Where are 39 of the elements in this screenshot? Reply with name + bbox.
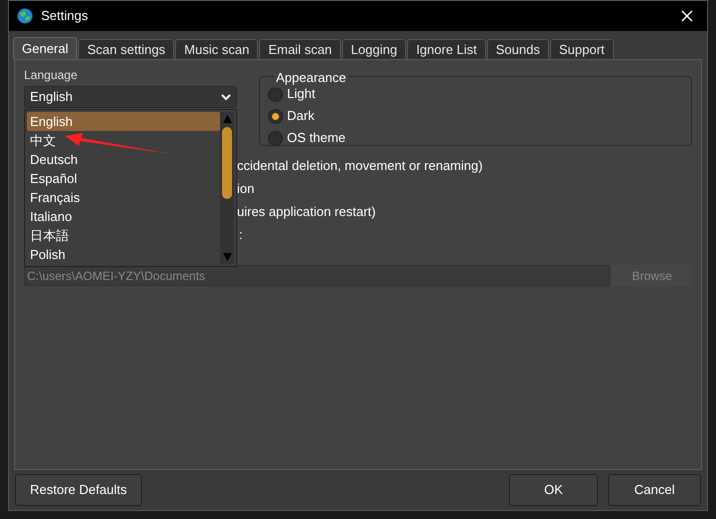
tab[interactable]: Ignore List	[407, 39, 486, 59]
language-option[interactable]: Polish	[27, 245, 220, 264]
language-dropdown[interactable]: English	[24, 86, 237, 108]
chevron-down-icon	[221, 94, 231, 100]
tab[interactable]: General	[13, 37, 78, 59]
radio-button[interactable]	[268, 130, 283, 146]
folder-label: :	[238, 226, 244, 243]
language-option[interactable]: Español	[27, 169, 220, 188]
globe-icon	[17, 8, 33, 24]
tab[interactable]: Music scan	[175, 39, 258, 59]
restore-defaults-button[interactable]: Restore Defaults	[15, 474, 142, 506]
language-option[interactable]: Deutsch	[27, 150, 220, 169]
language-option[interactable]: Français	[27, 188, 220, 207]
radio-label: Dark	[287, 107, 314, 126]
tab[interactable]: Logging	[342, 39, 406, 59]
language-option[interactable]: 中文	[27, 131, 220, 150]
tab[interactable]: Email scan	[259, 39, 341, 59]
close-icon	[681, 10, 693, 22]
cancel-button[interactable]: Cancel	[608, 474, 701, 506]
arrow-down-icon	[222, 253, 232, 261]
ok-button[interactable]: OK	[509, 474, 598, 506]
radio-button[interactable]	[268, 108, 283, 124]
option-label: ccidental deletion, movement or renaming)	[237, 157, 484, 175]
language-option[interactable]: 日本語	[27, 226, 220, 245]
radio-button[interactable]	[268, 86, 283, 102]
language-option[interactable]: English	[27, 112, 220, 131]
radio-label: OS theme	[287, 129, 346, 148]
radio-label: Light	[287, 85, 316, 104]
scrollbar[interactable]	[220, 112, 234, 264]
arrow-up-icon	[222, 115, 232, 123]
option-label: ion	[237, 180, 256, 198]
option-label: uires application restart)	[237, 203, 377, 221]
language-label: Language	[24, 67, 78, 82]
language-option[interactable]: Italiano	[27, 207, 220, 226]
window-title: Settings	[41, 7, 88, 26]
tab[interactable]: Support	[550, 39, 614, 59]
scrollbar-thumb[interactable]	[222, 127, 232, 199]
tab[interactable]: Sounds	[486, 39, 549, 59]
tab[interactable]: Scan settings	[78, 39, 174, 59]
